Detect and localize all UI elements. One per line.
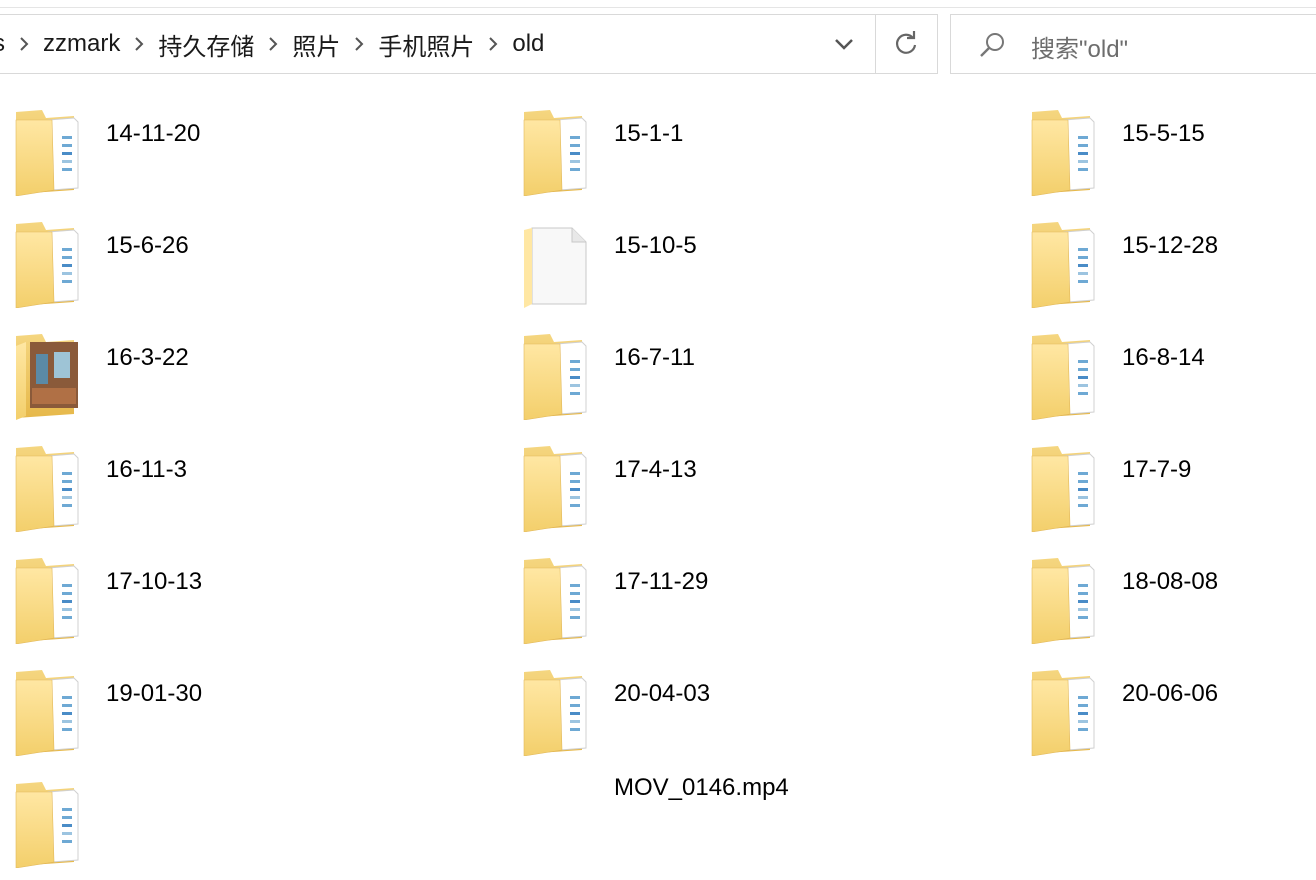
- item-name: 16-7-11: [614, 344, 695, 371]
- folder-item[interactable]: 18-08-08: [1016, 556, 1316, 656]
- folder-item[interactable]: 15-6-26: [0, 220, 500, 320]
- item-name: 16-11-3: [106, 456, 187, 483]
- folder-item[interactable]: 19-01-30: [0, 668, 500, 768]
- folder-icon: [520, 556, 592, 645]
- folder-item[interactable]: 17-7-9: [1016, 444, 1316, 544]
- photo-folder-icon: [12, 332, 84, 420]
- folder-item[interactable]: 20-04-03: [508, 668, 1008, 768]
- folder-icon: [1028, 332, 1100, 421]
- folder-item[interactable]: 17-4-13: [508, 444, 1008, 544]
- folder-item[interactable]: 15-5-15: [1016, 108, 1316, 208]
- folder-icon: [12, 220, 84, 309]
- folder-icon: [520, 108, 592, 197]
- item-name: 15-1-1: [614, 120, 684, 147]
- file-item[interactable]: MOV_0146.mp4: [508, 774, 1008, 880]
- folder-icon: [12, 780, 84, 869]
- folder-item[interactable]: 14-11-20: [0, 108, 500, 208]
- file-item[interactable]: 15-10-5: [508, 220, 1008, 320]
- folder-icon: [1028, 444, 1100, 533]
- file-list: 14-11-20 15-1-1 15-5-15 15-6-26 15-10-5 15-12…: [0, 0, 1316, 869]
- item-name: 15-5-15: [1122, 120, 1205, 147]
- folder-icon: [520, 444, 592, 533]
- folder-item[interactable]: 16-8-14: [1016, 332, 1316, 432]
- folder-icon: [12, 444, 84, 533]
- folder-icon: [520, 668, 592, 757]
- item-name: 15-10-5: [614, 232, 697, 259]
- folder-item[interactable]: 16-7-11: [508, 332, 1008, 432]
- folder-icon: [520, 332, 592, 421]
- item-name: 15-12-28: [1122, 232, 1219, 259]
- file-icon: [520, 220, 592, 308]
- folder-item[interactable]: 17-10-13: [0, 556, 500, 656]
- folder-icon: [1028, 668, 1100, 757]
- item-name: 14-11-20: [106, 120, 201, 147]
- item-name: 18-08-08: [1122, 568, 1219, 595]
- folder-item[interactable]: 16-11-3: [0, 444, 500, 544]
- folder-icon: [1028, 220, 1100, 309]
- item-name: 17-7-9: [1122, 456, 1192, 483]
- folder-item[interactable]: 17-11-29: [508, 556, 1008, 656]
- folder-item[interactable]: [0, 780, 500, 880]
- folder-item[interactable]: 15-12-28: [1016, 220, 1316, 320]
- folder-item[interactable]: 20-06-06: [1016, 668, 1316, 768]
- folder-icon: [12, 556, 84, 645]
- item-name: 20-04-03: [614, 680, 711, 707]
- item-name: 15-6-26: [106, 232, 189, 259]
- item-name: 16-3-22: [106, 344, 189, 371]
- folder-icon: [1028, 108, 1100, 197]
- item-name: 20-06-06: [1122, 680, 1219, 707]
- item-name: 17-10-13: [106, 568, 203, 595]
- item-name: MOV_0146.mp4: [614, 774, 789, 801]
- item-name: 19-01-30: [106, 680, 203, 707]
- folder-icon: [12, 668, 84, 757]
- item-name: 17-11-29: [614, 568, 709, 595]
- folder-item[interactable]: 15-1-1: [508, 108, 1008, 208]
- folder-icon: [1028, 556, 1100, 645]
- item-name: 16-8-14: [1122, 344, 1205, 371]
- folder-item[interactable]: 16-3-22: [0, 332, 500, 432]
- item-name: 17-4-13: [614, 456, 697, 483]
- folder-icon: [12, 108, 84, 197]
